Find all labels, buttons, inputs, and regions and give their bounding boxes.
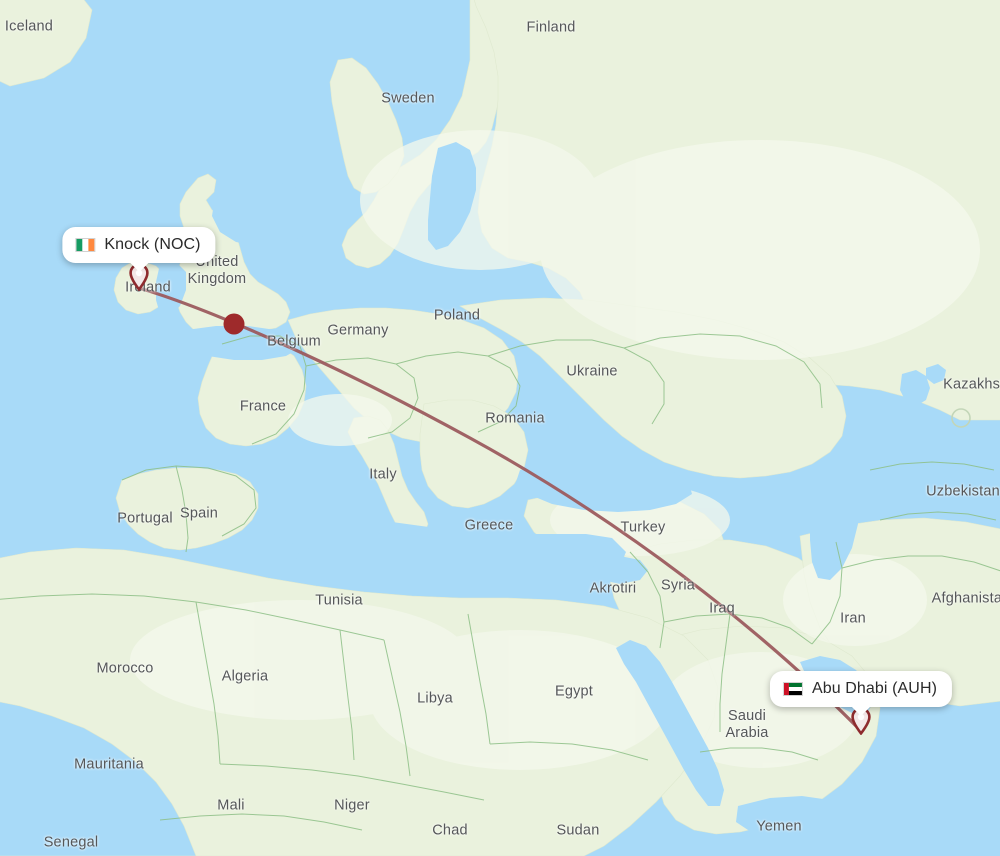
north-sea — [212, 182, 318, 246]
ireland-flag — [75, 238, 96, 252]
destination-tooltip[interactable]: Abu Dhabi (AUH) — [769, 671, 953, 716]
uae-flag — [782, 682, 803, 696]
origin-tooltip[interactable]: Knock (NOC) — [62, 227, 216, 272]
gulf-of-aden — [736, 796, 852, 840]
origin-airport-label: Knock (NOC) — [104, 236, 201, 253]
destination-airport-label: Abu Dhabi (AUH) — [811, 680, 938, 697]
route-waypoint-dot — [223, 313, 245, 335]
flight-route-map[interactable]: Iceland Finland Sweden United Kingdom Irelan… — [0, 0, 1000, 856]
